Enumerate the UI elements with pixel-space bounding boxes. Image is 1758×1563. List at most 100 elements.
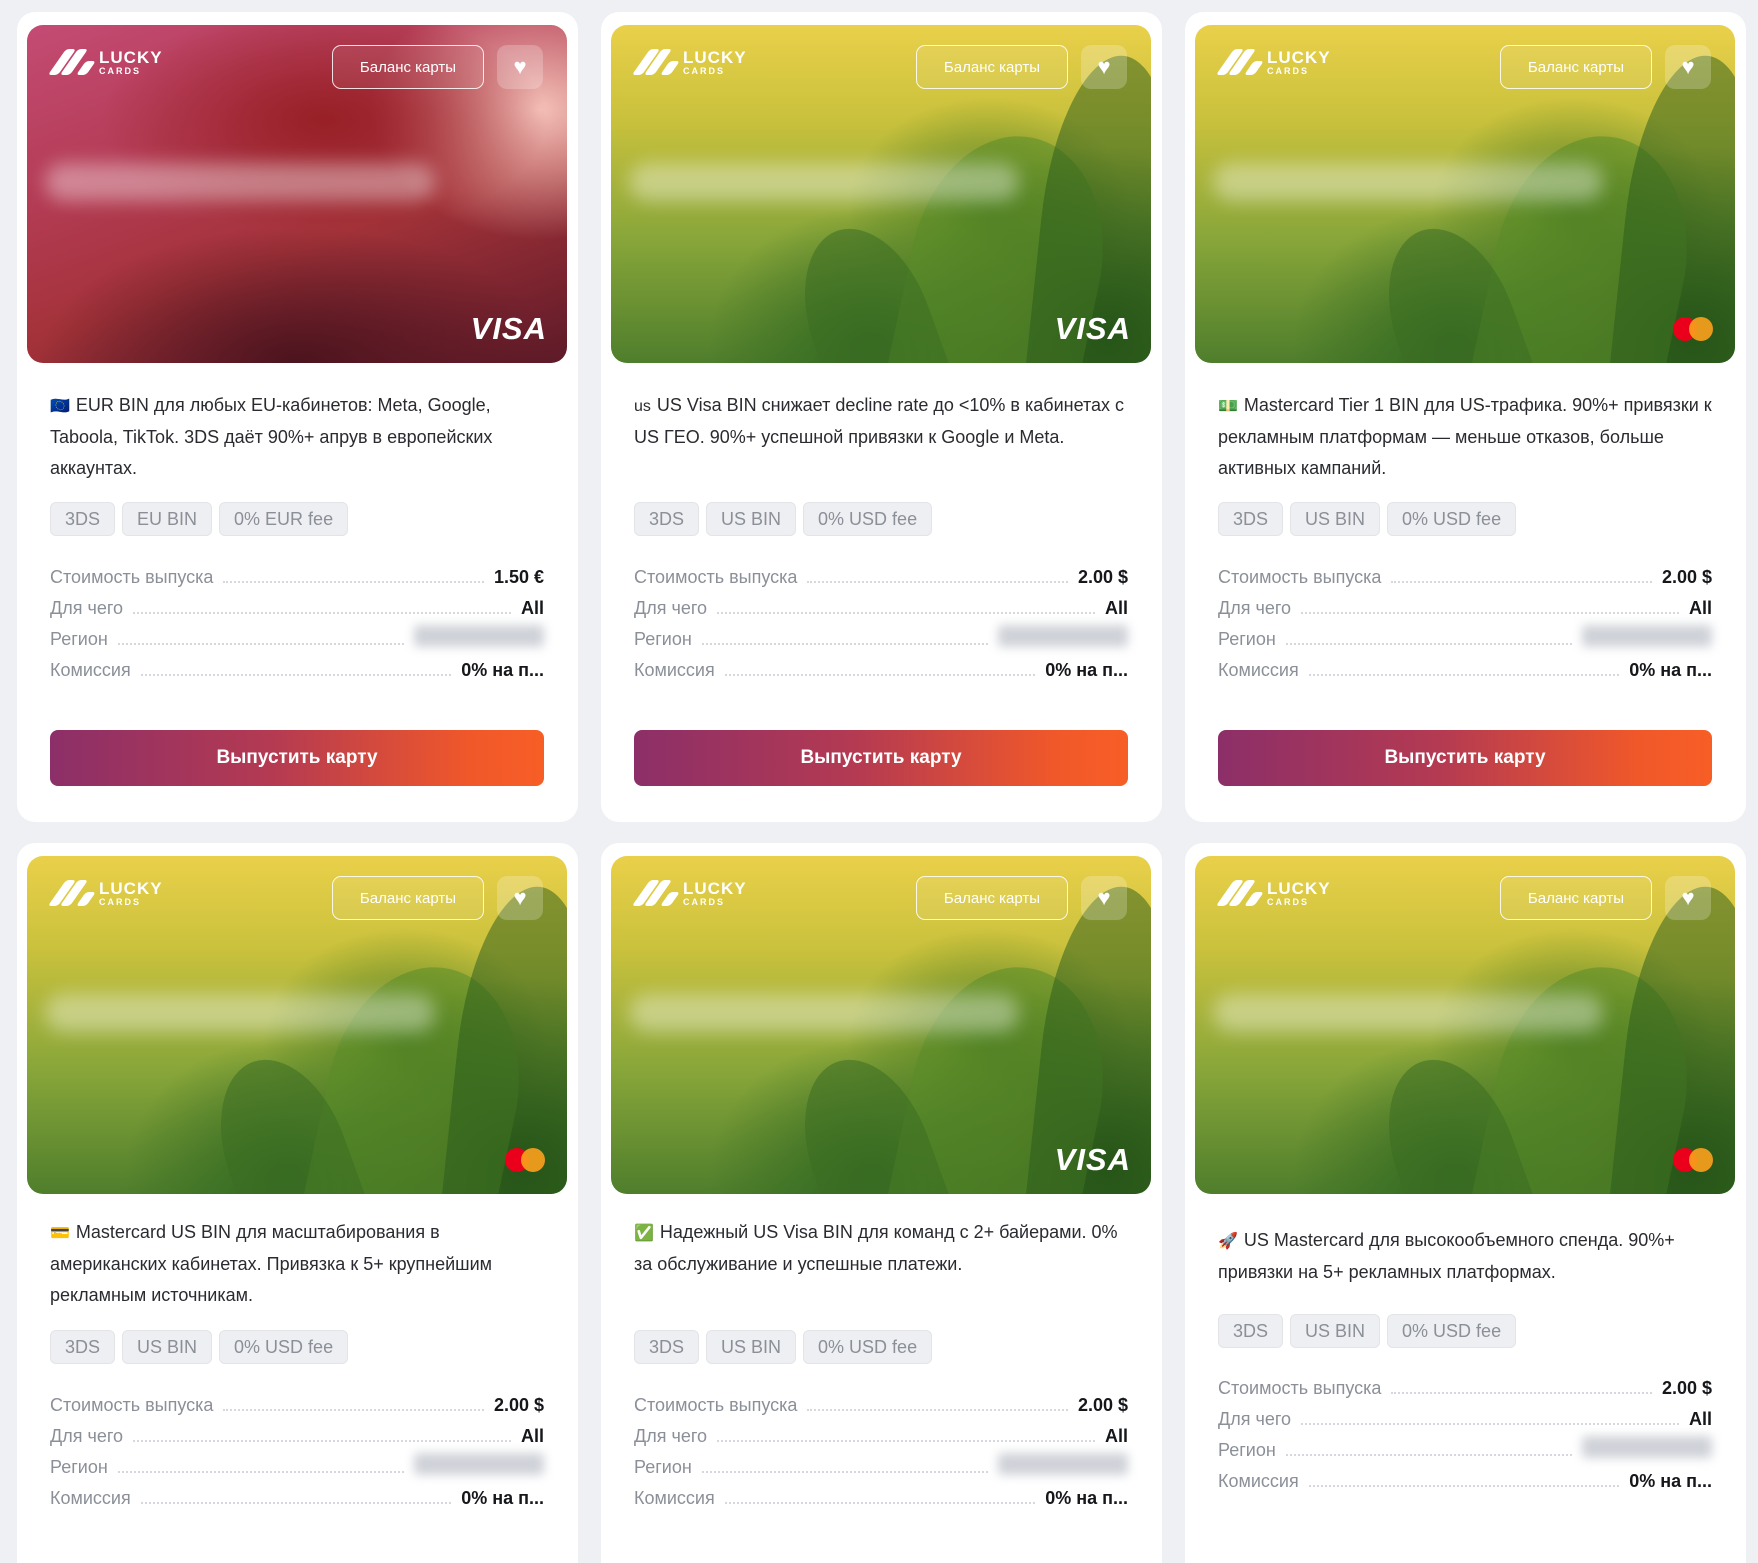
prop-cost-row: Стоимость выпуска 1.50 € [50, 557, 544, 588]
tag: 3DS [1218, 502, 1284, 536]
tag: 3DS [634, 1330, 700, 1364]
heart-icon: ♥ [1097, 54, 1111, 79]
description-text: Надежный US Visa BIN для команд с 2+ бай… [634, 1222, 1118, 1274]
card-balance-button[interactable]: Баланс карты [332, 876, 484, 920]
heart-icon: ♥ [1097, 885, 1111, 910]
prop-value: 2.00 $ [493, 1395, 544, 1415]
tag: US BIN [706, 502, 797, 536]
brand-name: LUCKY [683, 47, 747, 67]
brand-logo: LUCKY CARDS [1215, 878, 1331, 908]
prop-cost-row: Стоимость выпуска 2.00 $ [50, 1385, 544, 1416]
issue-card-button[interactable]: Выпустить карту [50, 730, 544, 786]
favorite-button[interactable]: ♥ [1665, 876, 1711, 920]
card-decoration [1607, 49, 1735, 363]
brand-logo: LUCKY CARDS [1215, 47, 1331, 77]
card-image[interactable]: LUCKY CARDS Баланс карты ♥ VISA [611, 856, 1151, 1194]
tag-list: 3DS EU BIN 0% EUR fee [50, 502, 349, 536]
favorite-button[interactable]: ♥ [1081, 45, 1127, 89]
tag-list: 3DS US BIN 0% USD fee [1218, 1314, 1517, 1348]
issue-card-button[interactable]: Выпустить карту [1218, 730, 1712, 786]
prop-label: Для чего [634, 1426, 708, 1446]
card-decoration [1607, 880, 1735, 1194]
brand-logo: LUCKY CARDS [47, 47, 163, 77]
favorite-button[interactable]: ♥ [497, 45, 543, 89]
tag-list: 3DS US BIN 0% USD fee [1218, 502, 1517, 536]
card-balance-button[interactable]: Баланс карты [1500, 45, 1652, 89]
card-balance-button[interactable]: Баланс карты [916, 876, 1068, 920]
brand-subname: CARDS [99, 896, 142, 907]
tag: US BIN [1290, 1314, 1381, 1348]
tag: 3DS [50, 502, 116, 536]
card-balance-button[interactable]: Баланс карты [332, 45, 484, 89]
prop-for-row: Для чего All [634, 588, 1128, 619]
prop-cost-row: Стоимость выпуска 2.00 $ [634, 1385, 1128, 1416]
prop-for-row: Для чего All [634, 1416, 1128, 1447]
brand-logo: LUCKY CARDS [631, 878, 747, 908]
favorite-button[interactable]: ♥ [1081, 876, 1127, 920]
brand-logo-icon [631, 878, 680, 908]
description-text: EUR BIN для любых EU-кабинетов: Meta, Go… [50, 395, 493, 478]
card-number-blurred [45, 163, 435, 201]
mastercard-logo-icon [505, 1148, 545, 1172]
brand-name: LUCKY [99, 47, 163, 67]
card-number-blurred [1213, 994, 1603, 1032]
card-image[interactable]: LUCKY CARDS Баланс карты ♥ VISA [611, 25, 1151, 363]
card-image[interactable]: LUCKY CARDS Баланс карты ♥ VISA [27, 25, 567, 363]
tag: 3DS [50, 1330, 116, 1364]
card-image[interactable]: LUCKY CARDS Баланс карты ♥ [27, 856, 567, 1194]
heart-icon: ♥ [1681, 54, 1695, 79]
product-tile: LUCKY CARDS Баланс карты ♥ 💵 Mastercard T… [1185, 12, 1746, 822]
favorite-button[interactable]: ♥ [1665, 45, 1711, 89]
prop-label: Стоимость выпуска [1218, 1378, 1382, 1398]
product-tile: LUCKY CARDS Баланс карты ♥ 🚀 US Mastercar… [1185, 843, 1746, 1563]
description-emoji: 🇪🇺 [50, 398, 70, 415]
prop-label: Стоимость выпуска [1218, 567, 1382, 587]
prop-label: Регион [1218, 629, 1276, 649]
card-image[interactable]: LUCKY CARDS Баланс карты ♥ [1195, 25, 1735, 363]
description-emoji: us [634, 398, 651, 415]
prop-label: Для чего [50, 1426, 124, 1446]
prop-for-row: Для чего All [50, 588, 544, 619]
prop-region-row: Регион [634, 1447, 1128, 1478]
tag: 3DS [634, 502, 700, 536]
issue-card-button[interactable]: Выпустить карту [634, 730, 1128, 786]
tag: US BIN [706, 1330, 797, 1364]
card-balance-button[interactable]: Баланс карты [916, 45, 1068, 89]
brand-subname: CARDS [683, 896, 726, 907]
visa-logo: VISA [1054, 1142, 1131, 1177]
mastercard-logo-icon [1673, 317, 1713, 341]
card-description: 🇪🇺 EUR BIN для любых EU-кабинетов: Meta, … [50, 390, 555, 484]
brand-logo-icon [631, 47, 680, 77]
prop-value: 0% на п... [461, 660, 544, 680]
brand-name: LUCKY [1267, 878, 1331, 898]
prop-fee-row: Комиссия 0% на п... [50, 1478, 544, 1509]
card-description: 💳 Mastercard US BIN для масштабирования в… [50, 1217, 555, 1311]
card-number-blurred [1213, 163, 1603, 201]
card-number-blurred [629, 994, 1019, 1032]
tag: 0% USD fee [803, 1330, 933, 1364]
visa-logo: VISA [1054, 311, 1131, 346]
description-emoji: ✅ [634, 1225, 654, 1242]
region-value-blurred [998, 625, 1128, 647]
description-text: Mastercard US BIN для масштабирования в … [50, 1222, 493, 1305]
prop-label: Регион [634, 1457, 692, 1477]
tag: 3DS [1218, 1314, 1284, 1348]
brand-subname: CARDS [683, 65, 726, 76]
favorite-button[interactable]: ♥ [497, 876, 543, 920]
prop-value: 0% на п... [1629, 1471, 1712, 1491]
prop-fee-row: Комиссия 0% на п... [50, 650, 544, 681]
tag: EU BIN [122, 502, 213, 536]
card-catalog-grid: LUCKY CARDS Баланс карты ♥ VISA 🇪🇺 EUR BI… [0, 0, 1758, 1563]
prop-region-row: Регион [1218, 619, 1712, 650]
description-text: US Mastercard для высокообъемного спенда… [1218, 1230, 1675, 1282]
card-image[interactable]: LUCKY CARDS Баланс карты ♥ [1195, 856, 1735, 1194]
prop-fee-row: Комиссия 0% на п... [1218, 650, 1712, 681]
prop-value: All [1104, 1426, 1128, 1446]
description-emoji: 💵 [1218, 398, 1238, 415]
prop-value: 0% на п... [461, 1488, 544, 1508]
tag-list: 3DS US BIN 0% USD fee [634, 1330, 933, 1364]
region-value-blurred [998, 1453, 1128, 1475]
prop-value: All [520, 1426, 544, 1446]
tag: 0% USD fee [219, 1330, 349, 1364]
card-balance-button[interactable]: Баланс карты [1500, 876, 1652, 920]
